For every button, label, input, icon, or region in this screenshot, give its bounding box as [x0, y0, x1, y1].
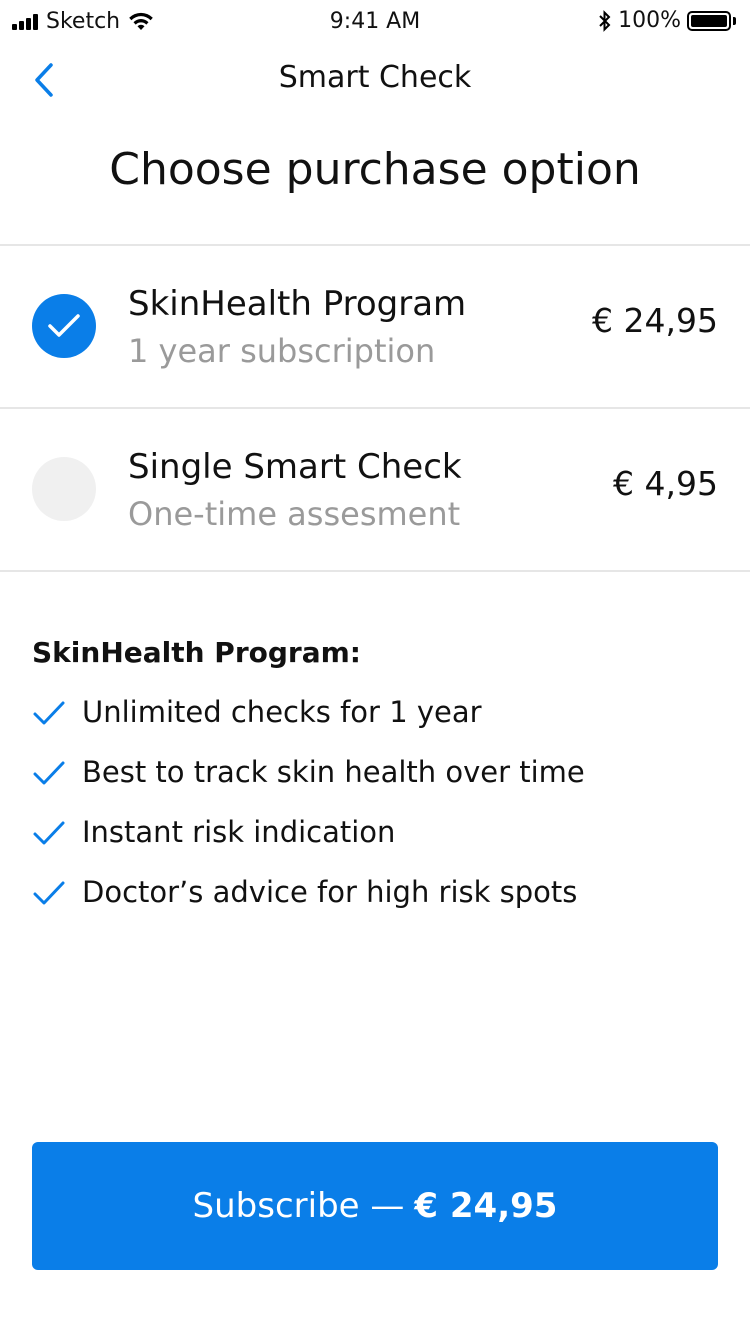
bluetooth-icon: [599, 9, 611, 32]
battery-fill: [691, 14, 727, 27]
nav-bar: Smart Check: [0, 44, 750, 116]
features-title: SkinHealth Program:: [32, 636, 361, 669]
option-single-smart-check[interactable]: Single Smart Check One-time assesment € …: [0, 409, 750, 572]
feature-label: Best to track skin health over time: [82, 755, 585, 789]
checkmark-icon: [48, 314, 80, 337]
status-right: 100%: [598, 8, 736, 33]
subscribe-label: Subscribe —: [192, 1186, 405, 1226]
battery-tip: [733, 16, 736, 25]
option-title: Single Smart Check: [128, 447, 462, 487]
check-icon: [33, 701, 65, 725]
purchase-options-list: SkinHealth Program 1 year subscription €…: [0, 244, 750, 572]
option-skinhealth-program[interactable]: SkinHealth Program 1 year subscription €…: [0, 246, 750, 409]
option-title: SkinHealth Program: [128, 284, 467, 324]
feature-item: Best to track skin health over time: [32, 755, 722, 815]
battery-percent: 100%: [618, 8, 681, 33]
feature-item: Instant risk indication: [32, 815, 722, 875]
nav-title: Smart Check: [278, 60, 472, 95]
check-icon: [33, 821, 65, 845]
feature-label: Doctor’s advice for high risk spots: [82, 875, 578, 909]
feature-item: Unlimited checks for 1 year: [32, 695, 722, 755]
option-price: € 4,95: [613, 464, 718, 503]
battery-icon: [687, 10, 731, 31]
option-subtitle: 1 year subscription: [128, 332, 436, 370]
feature-label: Instant risk indication: [82, 815, 396, 849]
status-bar: Sketch 9:41 AM 100%: [0, 0, 750, 44]
features-section: SkinHealth Program: Unlimited checks for…: [32, 636, 722, 935]
check-icon: [33, 761, 65, 785]
option-subtitle: One-time assesment: [128, 495, 461, 533]
check-icon: [33, 881, 65, 905]
feature-item: Doctor’s advice for high risk spots: [32, 875, 722, 935]
feature-label: Unlimited checks for 1 year: [82, 695, 482, 729]
radio-selected[interactable]: [32, 294, 96, 358]
radio-unselected[interactable]: [32, 457, 96, 521]
page-title: Choose purchase option: [109, 144, 641, 195]
subscribe-price: € 24,95: [414, 1186, 558, 1226]
subscribe-button[interactable]: Subscribe — € 24,95: [32, 1142, 718, 1270]
option-price: € 24,95: [592, 301, 718, 340]
